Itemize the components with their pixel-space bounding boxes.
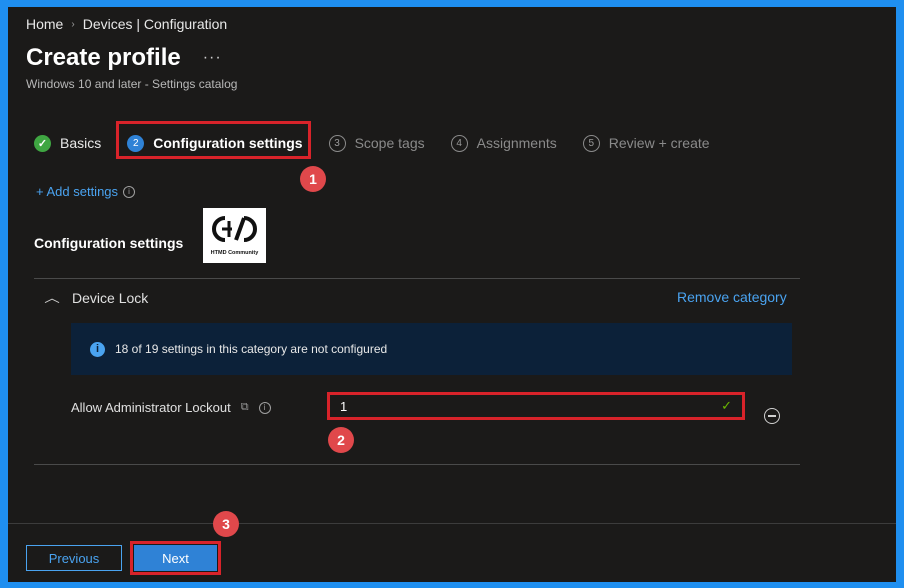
previous-button[interactable]: Previous [26,545,122,571]
htmd-logo: HTMD Community [203,208,266,263]
info-icon[interactable]: i [123,185,136,198]
more-icon[interactable]: ··· [203,49,222,67]
step-review-create[interactable]: 5 Review + create [582,134,710,152]
page-title: Create profile ··· [26,44,222,72]
step-assignments[interactable]: 4 Assignments [450,134,557,152]
chevron-right-icon: › [71,18,75,30]
next-button[interactable]: Next [134,545,217,571]
step-scope-tags[interactable]: 3 Scope tags [328,134,425,152]
highlight-configuration-step [116,121,311,159]
setting-value-input[interactable]: 1 ✓ [327,392,745,420]
step-label: Scope tags [354,135,425,151]
add-settings-link[interactable]: + Add settings i [36,184,136,199]
breadcrumb-home[interactable]: Home [26,16,63,32]
info-icon: i [90,341,105,357]
breadcrumb-current[interactable]: Devices | Configuration [83,16,227,32]
check-circle-icon: ✓ [34,134,51,152]
checkmark-icon: ✓ [721,398,732,413]
divider [34,278,800,279]
step-number-icon: 5 [582,134,600,152]
setting-value: 1 [340,398,348,414]
category-header[interactable]: ︿ Device Lock [44,289,149,306]
add-settings-label: + Add settings [36,184,119,199]
step-label: Assignments [476,135,557,151]
annotation-badge-2: 2 [328,427,354,453]
chevron-up-icon[interactable]: ︿ [44,289,60,306]
annotation-badge-1: 1 [300,166,326,192]
step-label: Basics [60,135,102,151]
step-number-icon: 4 [450,134,468,152]
app-frame: Home › Devices | Configuration Create pr… [8,7,896,582]
info-icon[interactable]: i [258,401,271,414]
step-label: Review + create [608,135,710,151]
category-name: Device Lock [72,289,149,306]
divider [34,464,800,465]
step-number-icon: 3 [328,134,346,152]
setting-row-label: Allow Administrator Lockout ⧉ i [71,400,271,415]
breadcrumb: Home › Devices | Configuration [26,16,227,32]
step-basics[interactable]: ✓ Basics [34,134,102,152]
section-title: Configuration settings [34,235,184,251]
page-subtitle: Windows 10 and later - Settings catalog [26,77,238,91]
sync-icon: ⧉ [240,401,249,413]
remove-setting-icon[interactable] [764,408,780,424]
setting-label: Allow Administrator Lockout [71,400,231,415]
remove-category-link[interactable]: Remove category [677,289,787,305]
info-message-text: 18 of 19 settings in this category are n… [115,342,388,356]
footer-divider [8,523,896,524]
annotation-badge-3: 3 [213,511,239,537]
page-title-text: Create profile [26,44,181,71]
logo-caption: HTMD Community [211,250,260,256]
info-message-bar: i 18 of 19 settings in this category are… [71,323,792,375]
